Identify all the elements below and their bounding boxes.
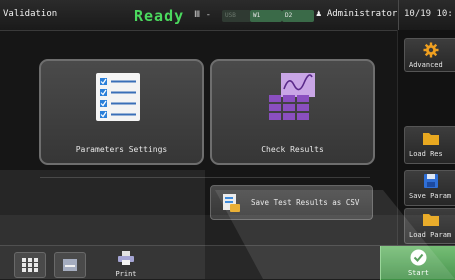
folder-icon bbox=[423, 214, 439, 226]
minimize-icon bbox=[63, 259, 77, 271]
device-indicator: Ⅲ - bbox=[194, 10, 212, 20]
results-chart-icon bbox=[269, 73, 315, 120]
clock-text: 10/19 10: bbox=[404, 9, 453, 19]
wifi-badge: W1 bbox=[250, 10, 282, 22]
floppy-icon bbox=[424, 174, 438, 188]
advanced-label: Advanced bbox=[409, 61, 443, 69]
save-params-button[interactable]: Save Param bbox=[404, 170, 455, 206]
clock: 10/19 10: bbox=[398, 0, 455, 30]
load-results-label: Load Res bbox=[409, 150, 443, 158]
status-bar: Validation Ready Ⅲ - USB W1 D2 ♟ Adminis… bbox=[0, 0, 455, 31]
load-results-button[interactable]: Load Res bbox=[404, 126, 455, 164]
checklist-icon bbox=[96, 73, 140, 121]
save-csv-label: Save Test Results as CSV bbox=[251, 198, 360, 207]
save-csv-button[interactable]: Save Test Results as CSV bbox=[210, 185, 373, 220]
user-name: Administrator bbox=[326, 9, 398, 19]
ready-status: Ready bbox=[134, 7, 185, 25]
usb-badge: USB bbox=[222, 10, 251, 22]
print-label: Print bbox=[115, 270, 137, 278]
mode-label: Validation bbox=[3, 9, 58, 19]
grid-icon bbox=[22, 258, 38, 272]
folder-icon bbox=[423, 133, 439, 145]
check-results-tile[interactable]: Check Results bbox=[210, 59, 375, 165]
user-icon: ♟ bbox=[316, 9, 322, 19]
printer-icon bbox=[118, 251, 134, 265]
start-button[interactable]: Start bbox=[380, 246, 455, 280]
check-results-label: Check Results bbox=[261, 145, 324, 154]
parameters-settings-label: Parameters Settings bbox=[75, 145, 168, 154]
load-params-label: Load Param bbox=[409, 231, 452, 239]
network-badge: D2 bbox=[282, 10, 314, 22]
print-button[interactable]: Print bbox=[98, 248, 154, 280]
minimize-button[interactable] bbox=[54, 252, 86, 278]
load-params-button[interactable]: Load Param bbox=[404, 208, 455, 244]
csv-export-icon bbox=[223, 194, 240, 212]
save-params-label: Save Param bbox=[409, 192, 452, 200]
menu-button[interactable] bbox=[14, 252, 46, 278]
check-circle-icon bbox=[410, 249, 427, 266]
side-toolbar: Advanced Load Res Save Param Load Param bbox=[397, 30, 455, 279]
user-menu[interactable]: ♟ Administrator bbox=[316, 9, 397, 19]
parameters-settings-tile[interactable]: Parameters Settings bbox=[39, 59, 204, 165]
start-label: Start bbox=[407, 269, 430, 277]
divider bbox=[40, 177, 370, 178]
advanced-button[interactable]: Advanced bbox=[404, 38, 455, 72]
bottom-toolbar: Print Start bbox=[0, 245, 455, 280]
gear-icon bbox=[423, 42, 439, 58]
